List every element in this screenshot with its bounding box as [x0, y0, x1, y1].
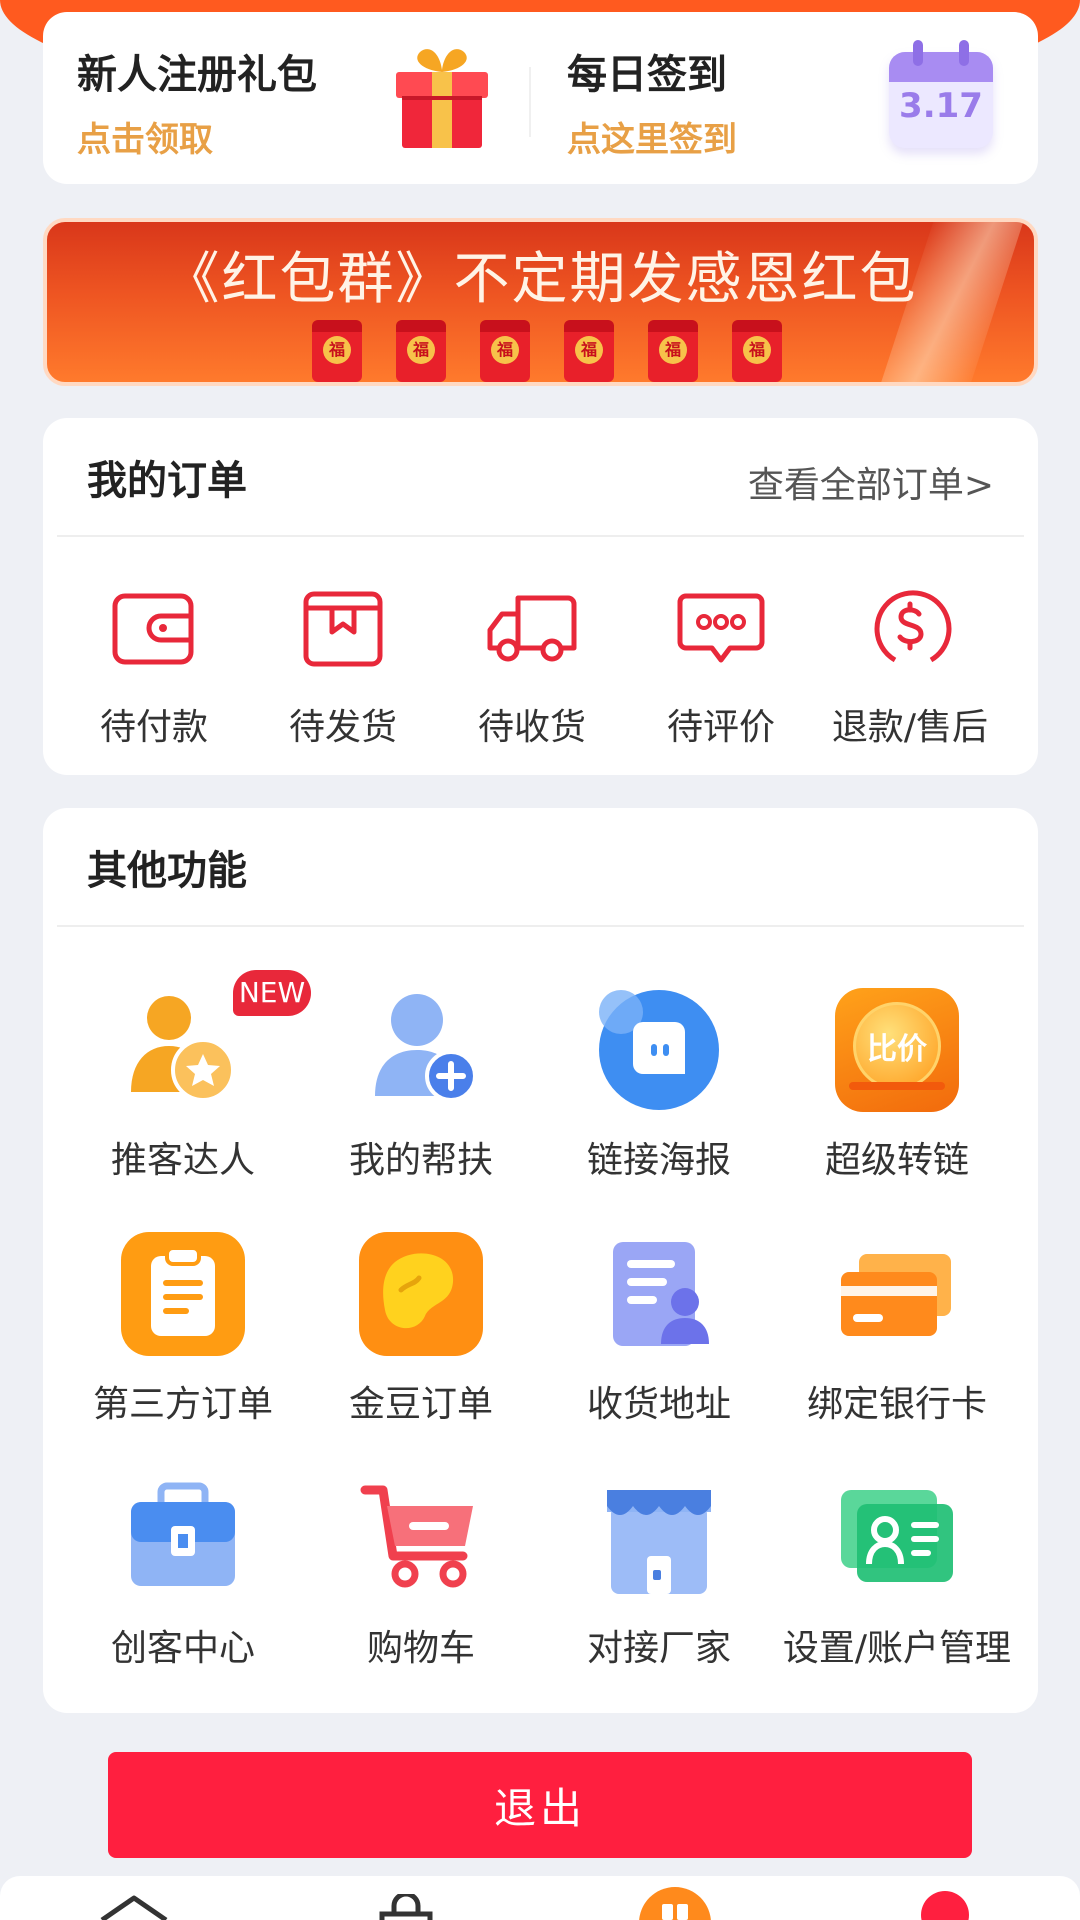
other-functions-card: 其他功能 NEW 推客达人 我的帮扶 链接海报 比价 超级转链 第三方订单 金豆…	[43, 808, 1038, 1713]
function-my-help[interactable]: 我的帮扶	[301, 988, 541, 1188]
function-third-party-orders[interactable]: 第三方订单	[63, 1232, 303, 1432]
logout-button[interactable]: 退出	[108, 1752, 972, 1858]
clipboard-icon	[121, 1232, 245, 1356]
function-bind-bank-card[interactable]: 绑定银行卡	[777, 1232, 1017, 1432]
orders-divider	[57, 535, 1024, 537]
envelope-seal: 福	[323, 336, 351, 364]
functions-divider	[57, 925, 1024, 927]
function-factory-docking[interactable]: 对接厂家	[539, 1476, 779, 1676]
refund-icon	[874, 590, 952, 663]
wallet-icon	[112, 593, 194, 665]
compare-price-icon: 比价	[835, 988, 959, 1112]
red-envelope-icon: 福	[480, 320, 530, 382]
cart-icon	[360, 1485, 473, 1588]
order-label: 待发货	[288, 707, 397, 748]
function-super-link[interactable]: 比价 超级转链	[777, 988, 1017, 1188]
daily-checkin-title: 每日签到	[567, 52, 727, 98]
calendar-icon: 3.17	[889, 40, 997, 154]
envelope-seal: 福	[491, 336, 519, 364]
envelope-seal: 福	[659, 336, 687, 364]
calendar-date: 3.17	[899, 86, 983, 126]
function-label: 设置/账户管理	[782, 1628, 1012, 1669]
bottom-nav	[0, 1876, 1080, 1920]
bean-icon	[359, 1232, 483, 1356]
bank-card-icon	[841, 1254, 951, 1336]
function-link-poster[interactable]: 链接海报	[539, 988, 779, 1188]
my-orders-card: 我的订单 查看全部订单> 待付款 待发货 待收货 待评价 退款/售后	[43, 418, 1038, 775]
store-icon	[607, 1490, 711, 1594]
order-refund-aftersale[interactable]: 退款/售后	[825, 588, 995, 748]
envelope-seal: 福	[407, 336, 435, 364]
home-icon[interactable]	[98, 1894, 170, 1920]
function-promoter[interactable]: NEW 推客达人	[63, 970, 311, 1188]
id-card-icon	[841, 1490, 953, 1582]
box-icon	[303, 591, 383, 667]
view-all-orders-link[interactable]: 查看全部订单>	[748, 456, 994, 508]
shopping-bag-icon[interactable]	[378, 1894, 434, 1920]
red-envelope-icon: 福	[564, 320, 614, 382]
order-label: 待付款	[99, 707, 208, 748]
function-maker-center[interactable]: 创客中心	[63, 1476, 303, 1676]
daily-checkin-entry[interactable]: 每日签到 点这里签到 3.17	[531, 12, 1038, 184]
order-pending-shipment[interactable]: 待发货	[258, 588, 428, 748]
functions-title: 其他功能	[87, 848, 247, 894]
chat-bubble-icon	[599, 990, 719, 1110]
envelope-seal: 福	[575, 336, 603, 364]
briefcase-icon	[131, 1482, 235, 1586]
gift-icon	[396, 49, 488, 148]
category-icon[interactable]	[638, 1886, 712, 1920]
truck-icon	[487, 595, 577, 662]
promo-card: 新人注册礼包 点击领取 每日签到 点这里签到 3.17	[43, 12, 1038, 184]
register-gift-title: 新人注册礼包	[77, 52, 317, 98]
daily-checkin-link[interactable]: 点这里签到	[567, 112, 737, 161]
banner-text: 《红包群》不定期发感恩红包	[163, 247, 918, 312]
envelope-seal: 福	[743, 336, 771, 364]
red-envelope-icon: 福	[312, 320, 362, 382]
address-icon	[613, 1242, 709, 1346]
profile-icon[interactable]	[920, 1890, 970, 1920]
function-gold-bean-orders[interactable]: 金豆订单	[301, 1232, 541, 1432]
function-label: 超级转链	[824, 1140, 969, 1181]
function-shopping-cart[interactable]: 购物车	[301, 1476, 541, 1676]
order-pending-payment[interactable]: 待付款	[69, 588, 239, 748]
red-envelope-icon: 福	[396, 320, 446, 382]
red-envelope-icon: 福	[732, 320, 782, 382]
function-label: 绑定银行卡	[806, 1384, 987, 1425]
red-packet-banner[interactable]: 《红包群》不定期发感恩红包 福 福 福 福 福 福	[43, 218, 1038, 386]
new-badge: NEW	[233, 970, 311, 1016]
user-add-icon	[375, 994, 477, 1102]
orders-title: 我的订单	[87, 458, 247, 504]
compare-price-label: 比价	[867, 1032, 927, 1067]
function-shipping-address[interactable]: 收货地址	[539, 1232, 779, 1432]
register-gift-link[interactable]: 点击领取	[77, 112, 213, 161]
register-gift-entry[interactable]: 新人注册礼包 点击领取	[43, 12, 529, 184]
order-label: 待评价	[666, 707, 775, 748]
function-settings-account[interactable]: 设置/账户管理	[777, 1476, 1017, 1676]
comment-icon	[677, 593, 765, 663]
order-label: 待收货	[477, 707, 586, 748]
order-pending-receipt[interactable]: 待收货	[447, 588, 617, 748]
red-envelope-icon: 福	[648, 320, 698, 382]
order-label: 退款/售后	[831, 707, 989, 748]
user-star-icon	[131, 996, 235, 1102]
order-pending-review[interactable]: 待评价	[636, 588, 806, 748]
